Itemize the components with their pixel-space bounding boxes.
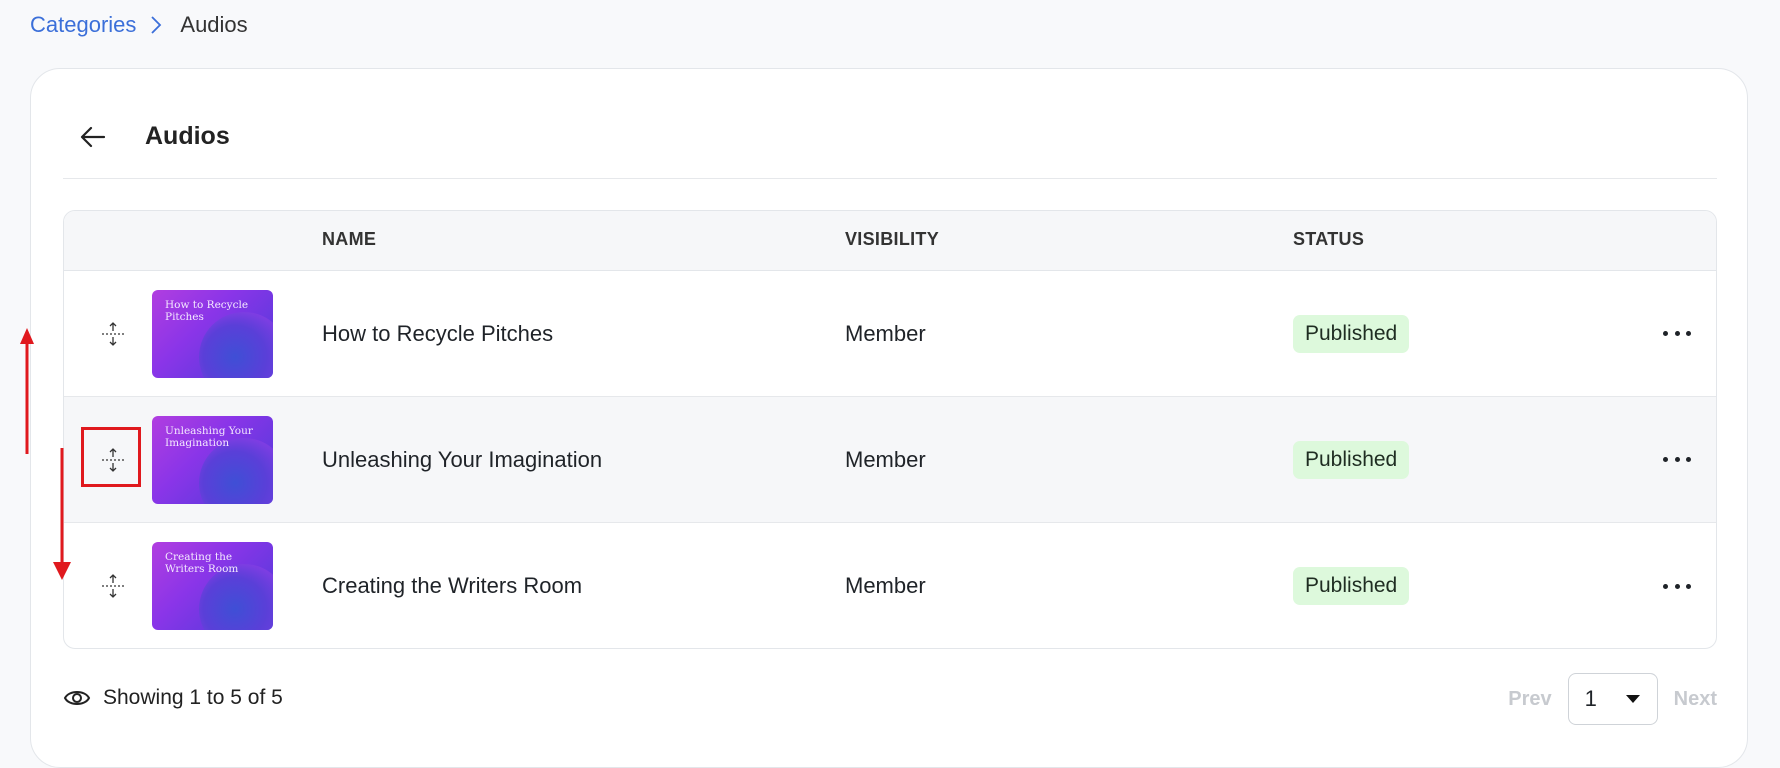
thumbnail-title: How to Recycle Pitches [165, 298, 249, 323]
more-options-icon[interactable] [1663, 324, 1691, 344]
arrow-down-annotation-icon [53, 448, 71, 580]
eye-icon [63, 691, 91, 705]
back-button[interactable] [73, 117, 113, 157]
table-header: NAME VISIBILITY STATUS [64, 211, 1716, 271]
table-row[interactable]: How to Recycle Pitches How to Recycle Pi… [64, 271, 1716, 397]
thumbnail-title: Unleashing Your Imagination [165, 424, 253, 449]
status-badge: Published [1293, 567, 1410, 605]
audio-thumbnail: Creating the Writers Room [152, 542, 273, 630]
showing-text: Showing 1 to 5 of 5 [103, 686, 283, 709]
audio-visibility: Member [845, 573, 926, 598]
audio-thumbnail: How to Recycle Pitches [152, 289, 273, 378]
page-select[interactable]: 1 [1567, 673, 1658, 725]
drag-handle-icon[interactable] [100, 573, 126, 599]
audio-name[interactable]: Unleashing Your Imagination [322, 447, 602, 473]
status-badge: Published [1293, 440, 1410, 479]
audio-visibility: Member [845, 446, 926, 472]
column-header-name: NAME [322, 229, 377, 249]
page-select-value: 1 [1584, 686, 1597, 711]
thumbnail-title: Creating the Writers Room [165, 551, 239, 575]
prev-button[interactable]: Prev [1508, 688, 1551, 711]
drag-handle-icon[interactable] [100, 321, 126, 347]
status-badge: Published [1293, 314, 1410, 353]
column-header-visibility: VISIBILITY [845, 229, 940, 249]
chevron-right-icon [150, 12, 164, 38]
showing-summary: Showing 1 to 5 of 5 [63, 686, 283, 710]
more-options-icon[interactable] [1663, 576, 1691, 596]
page-title: Audios [145, 122, 230, 150]
breadcrumb: Categories Audios [30, 12, 248, 38]
next-button[interactable]: Next [1674, 688, 1717, 711]
breadcrumb-categories-link[interactable]: Categories [30, 12, 136, 38]
audios-card: Audios NAME VISIBILITY STATUS How to Rec… [30, 68, 1748, 768]
drag-handle-icon[interactable] [100, 447, 126, 473]
card-header: Audios [63, 99, 1717, 179]
arrow-left-icon [80, 126, 106, 147]
audio-name[interactable]: Creating the Writers Room [322, 573, 582, 599]
column-header-status: STATUS [1293, 229, 1365, 249]
arrow-up-annotation-icon [20, 328, 34, 454]
table-footer: Showing 1 to 5 of 5 Prev 1 Next [63, 673, 1717, 729]
caret-down-icon [1625, 695, 1640, 703]
pagination: Prev 1 Next [1508, 673, 1717, 725]
audios-table: NAME VISIBILITY STATUS How to Recycle Pi… [63, 210, 1717, 649]
table-row[interactable]: Unleashing Your Imagination Unleashing Y… [64, 397, 1716, 523]
more-options-icon[interactable] [1663, 450, 1691, 470]
audio-thumbnail: Unleashing Your Imagination [152, 415, 273, 504]
table-row[interactable]: Creating the Writers Room Creating the W… [64, 523, 1716, 648]
audio-visibility: Member [845, 320, 926, 346]
audio-name[interactable]: How to Recycle Pitches [322, 321, 553, 347]
breadcrumb-current: Audios [180, 12, 248, 37]
